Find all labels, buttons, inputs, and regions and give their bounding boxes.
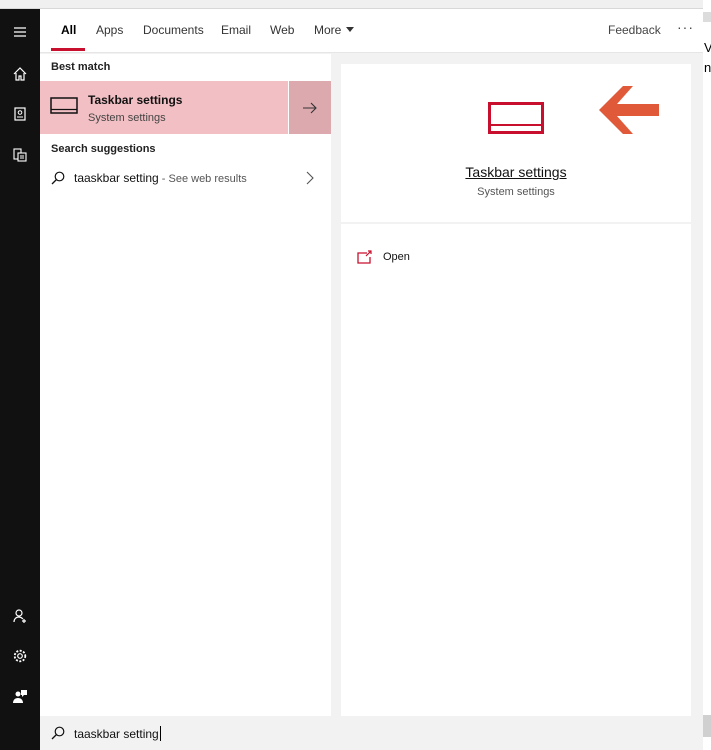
background-scrollbar: [703, 12, 711, 22]
preview-subtitle: System settings: [477, 186, 555, 198]
open-action[interactable]: Open: [357, 248, 410, 266]
best-match-item[interactable]: Taskbar settings System settings: [40, 81, 288, 134]
text-cursor: [159, 726, 161, 741]
background-window-strip: [0, 0, 711, 9]
preview-actions: Open: [341, 224, 691, 716]
background-window-edge: V nc: [703, 0, 711, 750]
suggestion-text: taaskbar setting - See web results: [74, 171, 247, 185]
tab-more[interactable]: More: [314, 23, 355, 37]
tab-documents[interactable]: Documents: [143, 23, 204, 37]
suggestion-query: taaskbar setting: [74, 171, 159, 185]
best-match-heading: Best match: [51, 61, 111, 73]
active-tab-indicator: [51, 48, 85, 51]
search-input[interactable]: taaskbar setting: [74, 726, 161, 741]
user-add-icon[interactable]: [10, 606, 30, 626]
feedback-button[interactable]: Feedback: [608, 23, 661, 37]
filter-tabs: All Apps Documents Email Web More Feedba…: [40, 9, 703, 53]
background-scrollbar-bottom: [703, 715, 711, 737]
preview-header: Taskbar settings System settings: [341, 64, 691, 222]
search-suggestions-heading: Search suggestions: [51, 143, 156, 155]
notebook-icon[interactable]: [10, 104, 30, 124]
chevron-right-icon: [306, 171, 314, 185]
gear-icon[interactable]: [10, 646, 30, 666]
open-label: Open: [383, 251, 410, 263]
search-icon: [51, 171, 65, 185]
suggestion-hint: - See web results: [158, 173, 247, 185]
feedback-person-icon[interactable]: [10, 686, 30, 706]
best-match-subtitle: System settings: [88, 112, 166, 124]
search-icon: [51, 726, 65, 740]
tab-all[interactable]: All: [61, 23, 76, 37]
open-external-icon: [357, 250, 372, 264]
tab-web[interactable]: Web: [270, 23, 294, 37]
start-rail: [0, 9, 40, 750]
taskbar-large-icon: [488, 102, 544, 134]
expand-preview-button[interactable]: [289, 81, 331, 134]
more-options-button[interactable]: ···: [677, 19, 694, 35]
best-match-title: Taskbar settings: [88, 93, 183, 107]
tab-more-label: More: [314, 23, 342, 37]
arrow-right-icon: [303, 102, 317, 113]
search-box[interactable]: taaskbar setting: [40, 716, 703, 750]
annotation-arrow-icon: [599, 86, 659, 134]
preview-title[interactable]: Taskbar settings: [341, 164, 691, 180]
results-list: Best match Taskbar settings System setti…: [40, 54, 331, 716]
taskbar-icon: [50, 97, 78, 114]
hamburger-icon[interactable]: [10, 22, 30, 42]
tab-email[interactable]: Email: [221, 23, 251, 37]
background-text: V: [704, 40, 711, 55]
background-text: nc: [704, 60, 711, 75]
search-input-value: taaskbar setting: [74, 727, 159, 741]
suggestion-item[interactable]: taaskbar setting - See web results: [40, 167, 331, 193]
chevron-down-icon: [346, 27, 355, 32]
documents-icon[interactable]: [10, 145, 30, 165]
home-icon[interactable]: [10, 64, 30, 84]
search-panel: All Apps Documents Email Web More Feedba…: [40, 9, 703, 750]
tab-apps[interactable]: Apps: [96, 23, 123, 37]
